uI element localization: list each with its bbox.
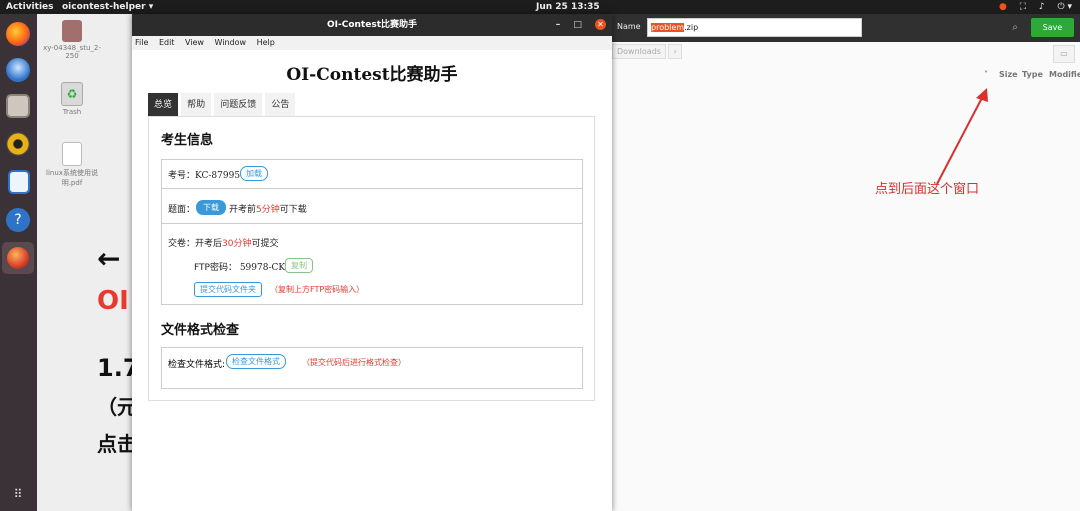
annotation-text: 点到后面这个窗口	[875, 182, 980, 197]
help-icon[interactable]: ?	[6, 208, 30, 232]
window-title: OI-Contest比赛助手	[327, 20, 417, 30]
column-type[interactable]: Type	[1022, 70, 1043, 79]
filename-ext: .zip	[684, 23, 699, 32]
window-titlebar[interactable]: OI-Contest比赛助手 – □ ✕	[132, 14, 612, 36]
name-label: Name	[617, 22, 641, 31]
tab-announcement[interactable]: 公告	[265, 93, 296, 117]
search-icon[interactable]: ⌕	[1006, 19, 1024, 37]
breadcrumb: Downloads ›	[612, 44, 682, 59]
minimize-button[interactable]: –	[556, 14, 561, 36]
bg-arrow: ←	[97, 242, 121, 275]
ftp-row: FTP密码： 59978-CK	[194, 260, 285, 273]
submit-hint: （复制上方FTP密码输入）	[270, 285, 365, 294]
submit-row: 交卷：开考后30分钟可提交 FTP密码： 59978-CK 复制 提交代码文件夹…	[162, 224, 582, 304]
tab-bar: 总览 帮助 问题反馈 公告	[148, 92, 296, 117]
check-format-button[interactable]: 检查文件格式	[226, 354, 286, 369]
power-icon[interactable]: ⏻ ▾	[1058, 2, 1073, 12]
copy-button[interactable]: 复制	[285, 258, 313, 273]
menu-window[interactable]: Window	[215, 38, 247, 47]
file-check-box: 检查文件格式: 检查文件格式 （提交代码后进行格式检查）	[161, 347, 583, 389]
network-icon[interactable]: ⛶	[1020, 2, 1026, 12]
section-candidate-info: 考生信息	[161, 133, 214, 148]
column-size[interactable]: Size	[999, 70, 1018, 79]
rhythmbox-icon[interactable]	[6, 132, 30, 156]
submit-folder-button[interactable]: 提交代码文件夹	[194, 282, 262, 297]
helper-window: OI-Contest比赛助手 – □ ✕ File Edit View Wind…	[132, 14, 612, 511]
oicontest-icon[interactable]	[2, 242, 34, 274]
check-hint: （提交代码后进行格式检查）	[302, 358, 406, 367]
menu-bar: File Edit View Window Help	[132, 36, 612, 50]
tab-overview[interactable]: 总览	[148, 93, 179, 117]
bg-paren: （元	[97, 395, 137, 419]
sort-indicator: ˅	[984, 70, 988, 79]
tab-help[interactable]: 帮助	[181, 93, 212, 117]
menu-help[interactable]: Help	[257, 38, 275, 47]
submit-note: 交卷：开考后30分钟可提交	[168, 239, 279, 249]
dock: ? ⠿	[0, 14, 37, 511]
menu-edit[interactable]: Edit	[159, 38, 175, 47]
download-note: 开考前5分钟可下载	[229, 205, 307, 215]
activities-button[interactable]: Activities	[6, 0, 54, 14]
trash-icon: ♻	[61, 82, 83, 106]
app-menu[interactable]: oicontest-helper ▾	[62, 0, 153, 14]
ftp-label: FTP密码：	[194, 263, 237, 273]
pdf-file-icon	[62, 142, 82, 166]
maximize-button[interactable]: □	[573, 14, 582, 36]
overview-panel: 考生信息 考号：KC-87995 加载 题面： 下载 开考前5分钟可下载 交卷：…	[148, 116, 595, 401]
problem-row: 题面： 下载 开考前5分钟可下载	[162, 189, 582, 224]
writer-icon[interactable]	[8, 170, 30, 194]
save-dialog: Name problem.zip ⌕ Save Downloads › ▭ ˅ …	[612, 14, 1080, 511]
bg-oi: OI	[97, 286, 129, 316]
download-button[interactable]: 下载	[196, 200, 226, 215]
menu-file[interactable]: File	[135, 38, 148, 47]
problem-label: 题面：	[168, 205, 196, 215]
filename-input[interactable]: problem.zip	[647, 18, 862, 37]
check-label: 检查文件格式:	[168, 360, 226, 370]
save-button[interactable]: Save	[1031, 18, 1074, 37]
top-bar: Activities oicontest-helper ▾ Jun 25 13:…	[0, 0, 1080, 14]
system-tray[interactable]: ● ⛶ ♪ ⏻ ▾	[989, 0, 1072, 14]
close-button[interactable]: ✕	[595, 19, 606, 30]
load-button[interactable]: 加载	[240, 166, 268, 181]
bg-click: 点击	[97, 432, 137, 456]
desktop-item-home[interactable]: xy-04348_stu_2-250	[39, 20, 105, 60]
app-icon[interactable]: ●	[999, 2, 1007, 12]
thunderbird-icon[interactable]	[6, 58, 30, 82]
breadcrumb-more[interactable]: ›	[668, 44, 682, 59]
tab-feedback[interactable]: 问题反馈	[214, 93, 263, 117]
clock[interactable]: Jun 25 13:35	[536, 0, 600, 14]
menu-view[interactable]: View	[185, 38, 204, 47]
section-file-check: 文件格式检查	[161, 323, 240, 338]
new-folder-icon[interactable]: ▭	[1053, 45, 1075, 63]
exam-id-label: 考号：	[168, 171, 196, 181]
exam-id-row: 考号：KC-87995 加载	[162, 160, 582, 189]
dialog-header: Name problem.zip ⌕ Save	[612, 14, 1080, 42]
app-title: OI-Contest比赛助手	[286, 65, 458, 85]
desktop: xy-04348_stu_2-250 ♻ Trash linux系统使用说明.p…	[37, 14, 140, 511]
ftp-value: 59978-CK	[239, 263, 286, 273]
candidate-info-box: 考号：KC-87995 加载 题面： 下载 开考前5分钟可下载 交卷：开考后30…	[161, 159, 583, 305]
breadcrumb-downloads[interactable]: Downloads	[612, 44, 666, 59]
desktop-item-pdf[interactable]: linux系统使用说明.pdf	[39, 142, 105, 188]
files-icon[interactable]	[6, 94, 30, 118]
firefox-icon[interactable]	[6, 22, 30, 46]
exam-id-value: KC-87995	[195, 171, 241, 181]
volume-icon[interactable]: ♪	[1039, 2, 1045, 12]
home-folder-icon	[62, 20, 82, 42]
desktop-item-trash[interactable]: ♻ Trash	[39, 82, 105, 116]
column-modified[interactable]: Modified	[1049, 70, 1080, 79]
filename-selection: problem	[651, 23, 685, 32]
app-grid-icon[interactable]: ⠿	[6, 482, 30, 506]
